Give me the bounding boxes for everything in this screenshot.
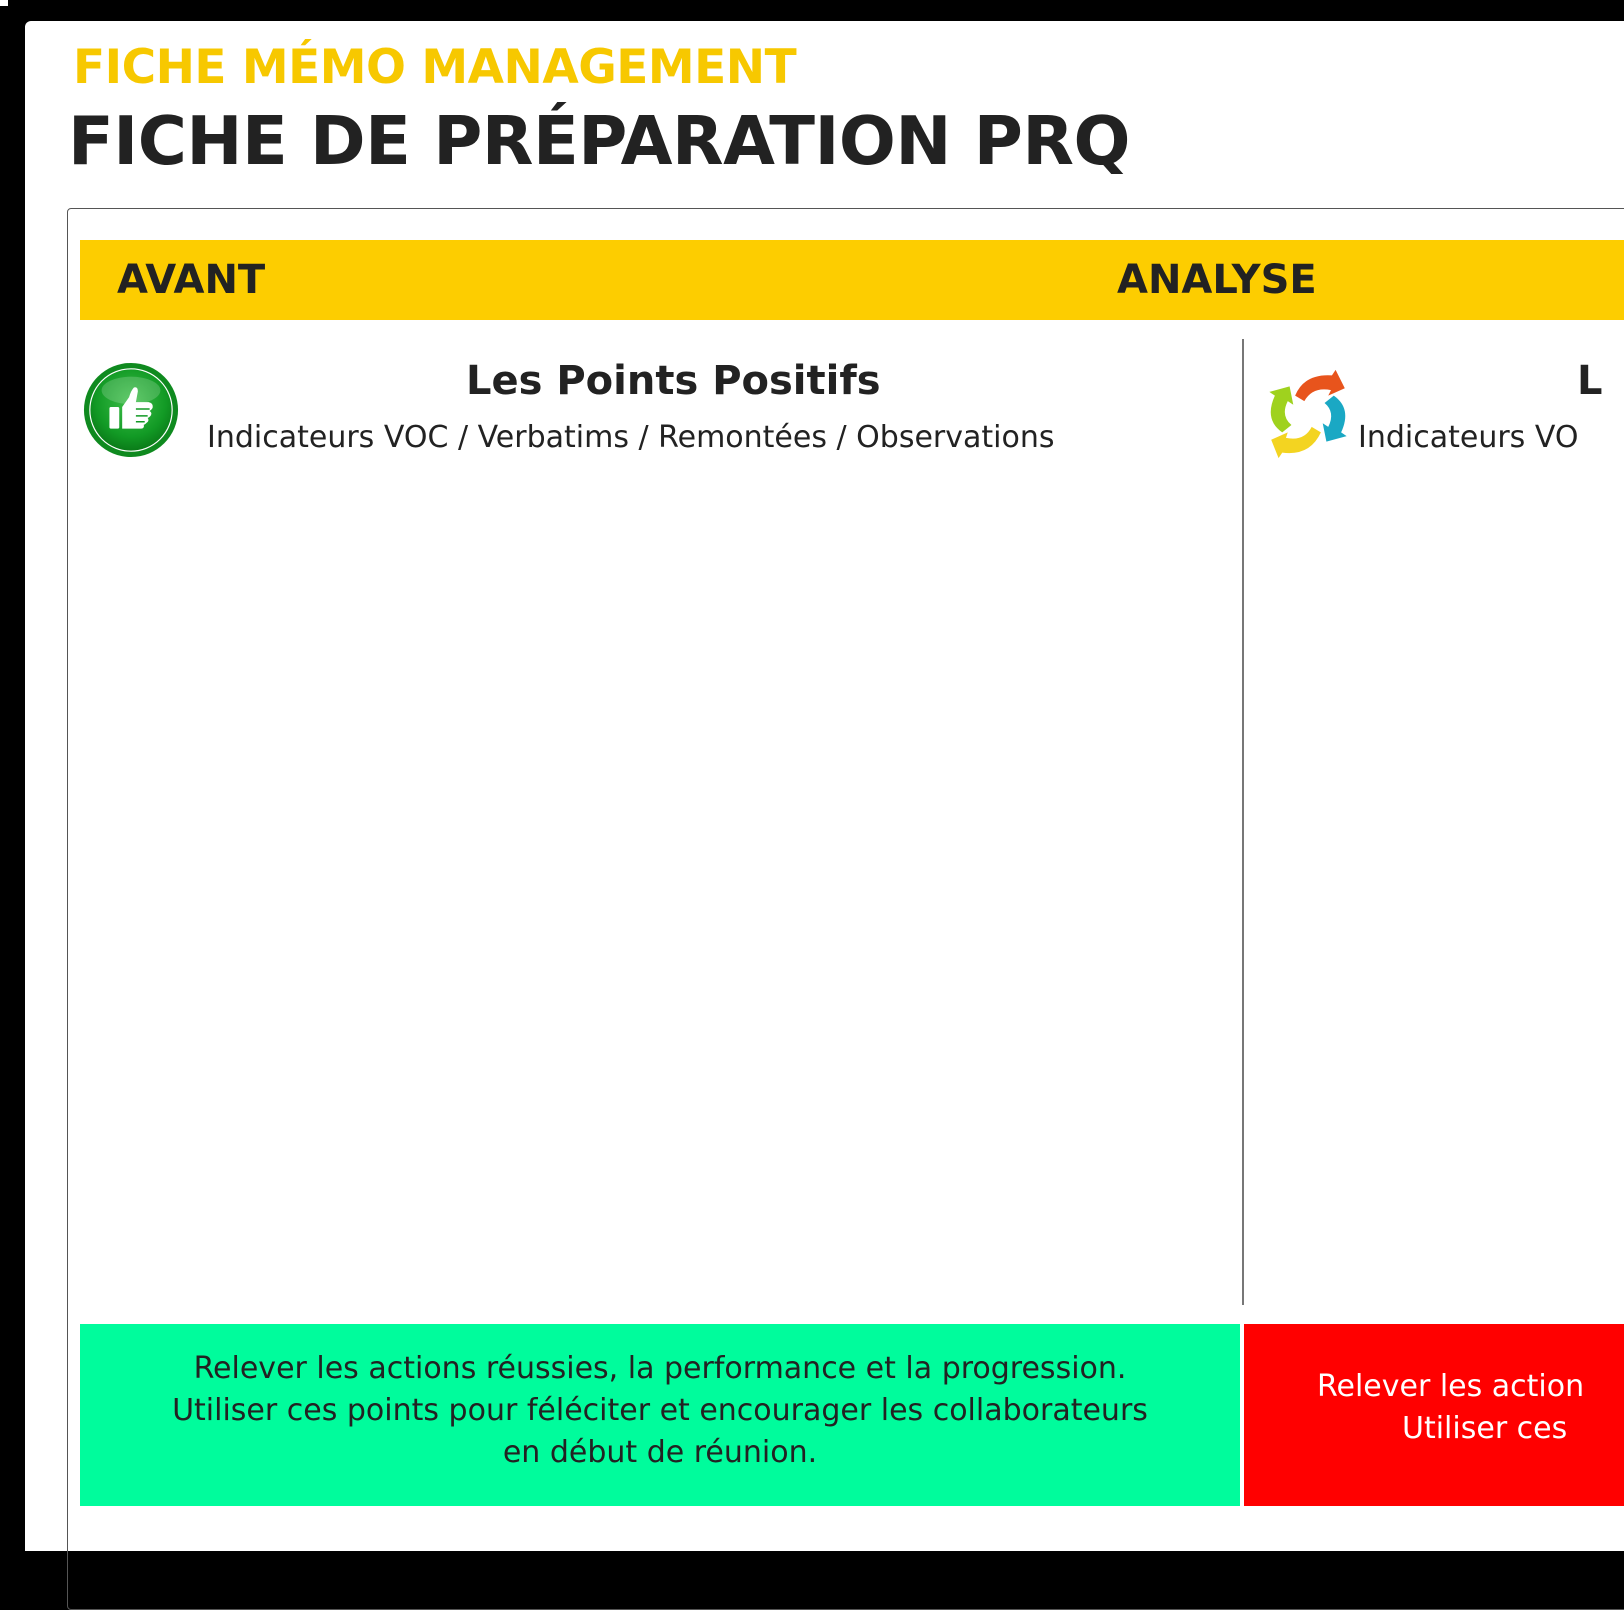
- note-line: en début de réunion.: [502, 1435, 818, 1470]
- phase-band: AVANT ANALYSE: [80, 240, 1624, 320]
- note-line: Relever les actions réussies, la perform…: [193, 1351, 1127, 1386]
- note-line: Utiliser ces points pour féléciter et en…: [172, 1393, 1148, 1428]
- thumbs-up-icon: [83, 362, 179, 458]
- section-subtitle-positive: Indicateurs VOC / Verbatims / Remontées …: [207, 420, 1055, 455]
- cycle-arrows-icon: [1269, 369, 1347, 459]
- document-kicker: FICHE MÉMO MANAGEMENT: [73, 40, 797, 95]
- column-divider: [1242, 339, 1244, 1305]
- positive-guidance-note: Relever les actions réussies, la perform…: [80, 1324, 1240, 1506]
- phase-label-avant: AVANT: [117, 257, 266, 303]
- section-title-positive: Les Points Positifs: [466, 358, 881, 404]
- note-line: Relever les action: [1317, 1369, 1585, 1404]
- corner-mark: [0, 0, 8, 6]
- analysis-guidance-note: Relever les action Utiliser ces: [1244, 1324, 1624, 1506]
- phase-label-analyse: ANALYSE: [1117, 257, 1317, 303]
- page-title: FICHE DE PRÉPARATION PRQ: [68, 102, 1130, 180]
- note-line: Utiliser ces: [1402, 1411, 1568, 1446]
- section-subtitle-analysis: Indicateurs VO: [1358, 420, 1579, 455]
- section-title-analysis: L: [1577, 358, 1603, 404]
